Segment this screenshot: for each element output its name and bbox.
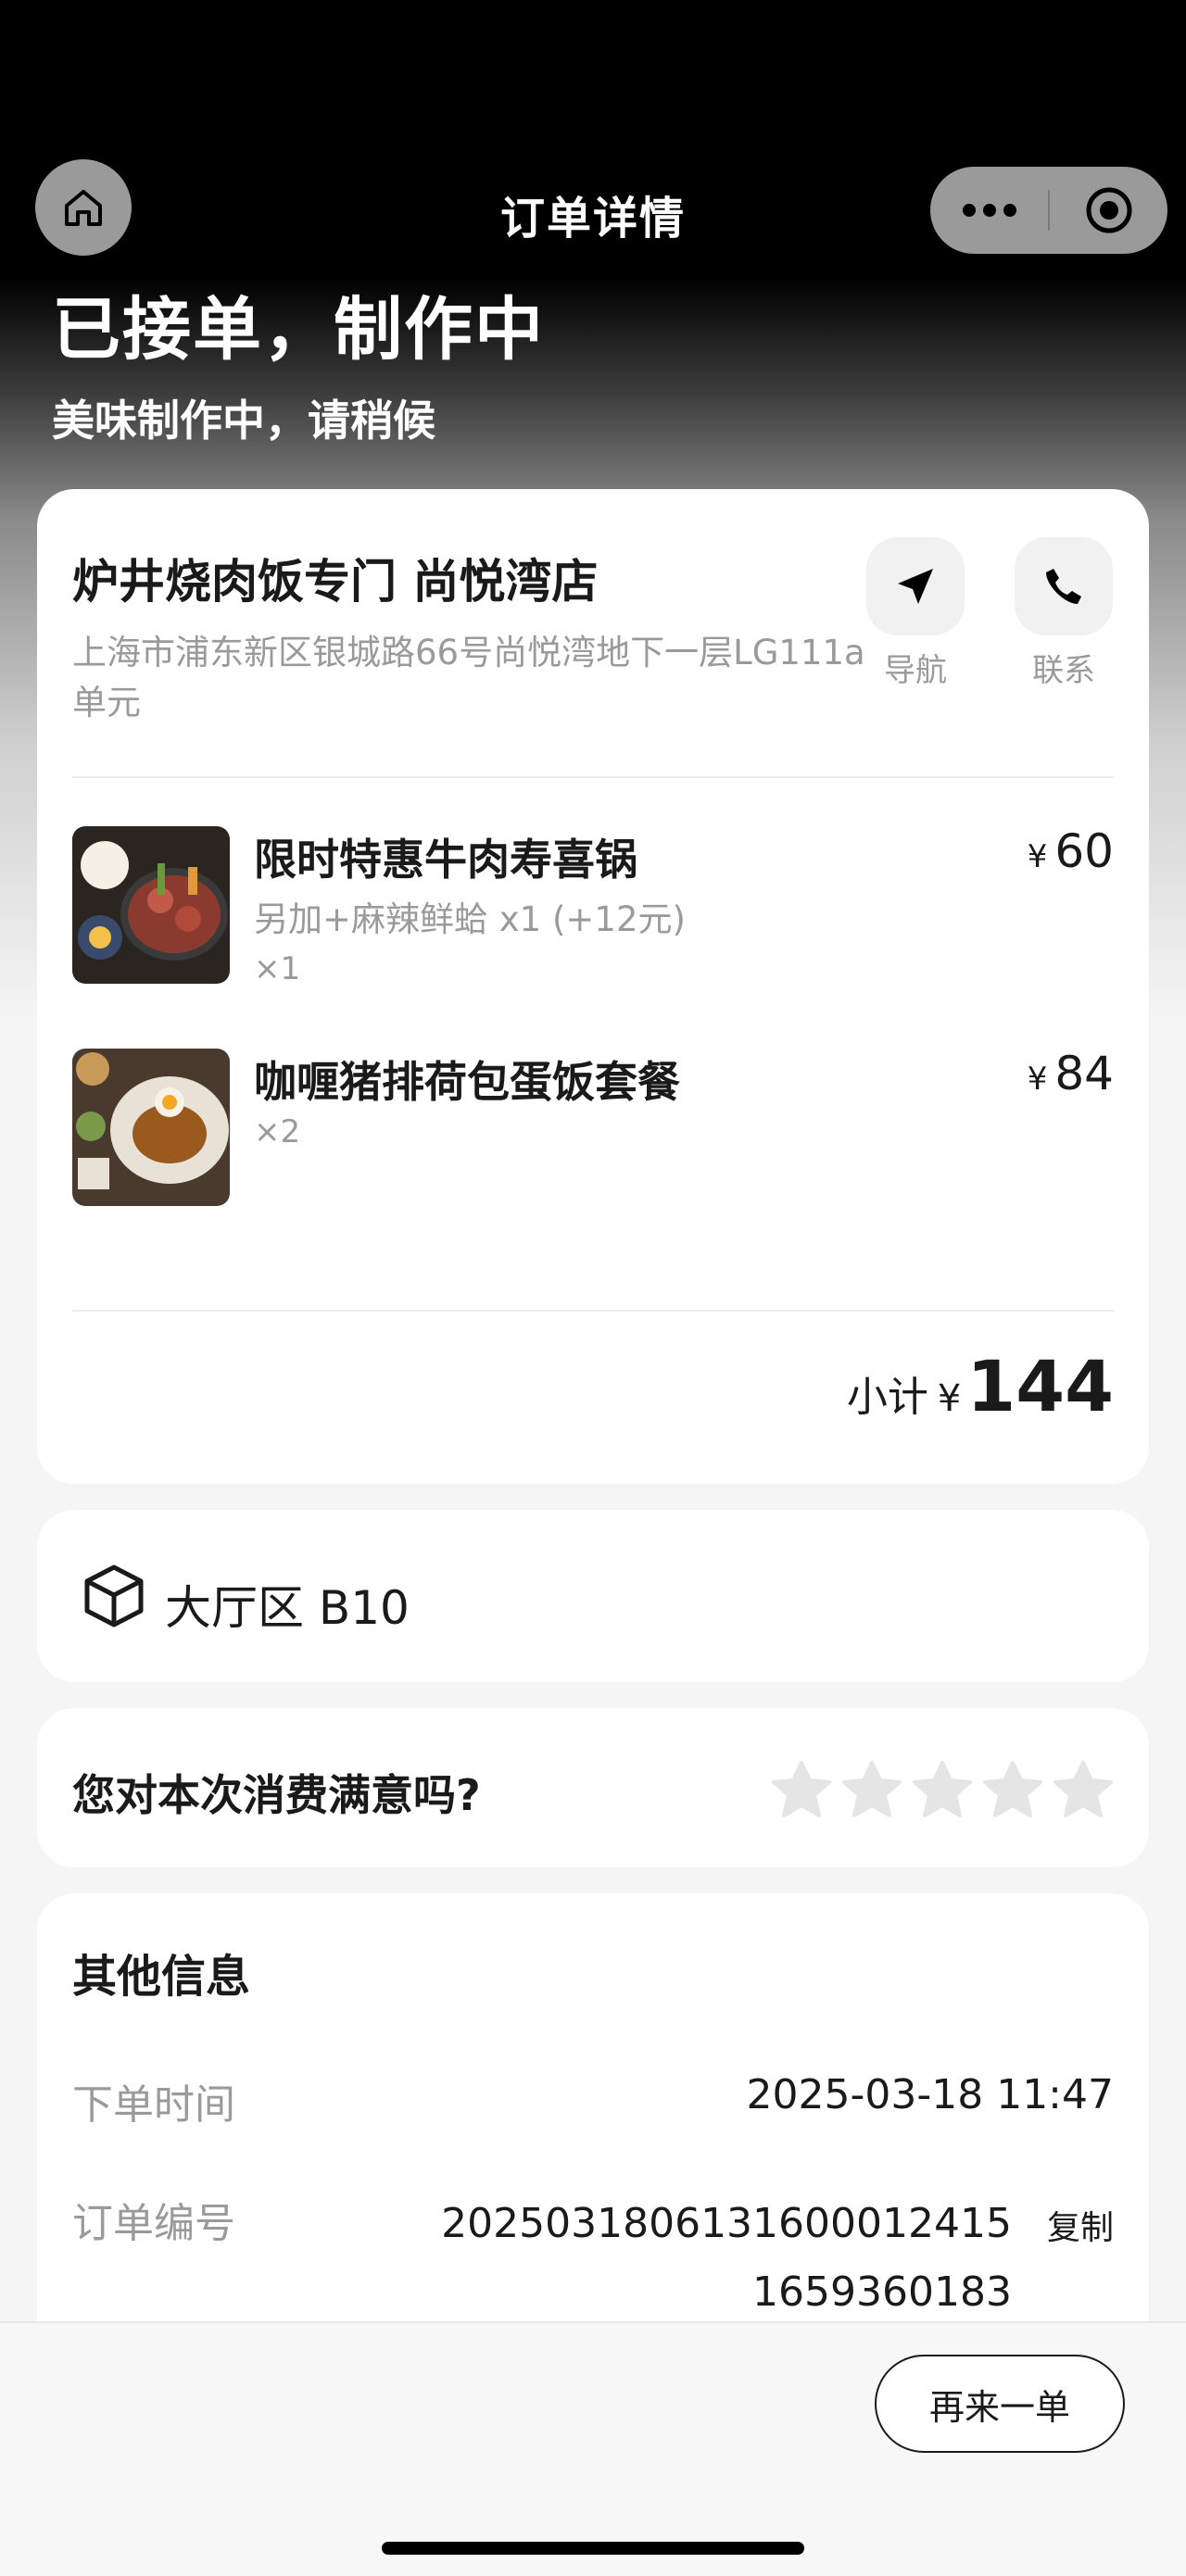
bottom-action-bar: 再来一单 [0,2321,1186,2576]
sukiyaki-photo [72,826,230,984]
shop-address: 上海市浦东新区银城路66号尚悦湾地下一层LG111a单元 [72,633,865,723]
more-dots-icon [962,204,1016,217]
box-icon [84,1564,144,1627]
order-status-title: 已接单，制作中 [52,290,545,370]
currency-symbol: ¥ [1027,838,1048,875]
close-mini-program-button[interactable] [1050,167,1167,254]
shop-name: 炉井烧肉饭专门 尚悦湾店 [72,555,599,609]
target-icon [1086,187,1131,233]
navigation-arrow-icon [898,569,933,604]
currency-symbol: ¥ [1027,1061,1048,1098]
rating-card: 您对本次消费满意吗? [37,1708,1149,1867]
mini-program-capsule [930,167,1167,254]
navigate-label: 导航 [884,652,947,689]
item-spec: 另加+麻辣鲜蛤 x1 (+12元) [254,899,686,939]
contact-icon-circle [1015,537,1113,635]
top-navbar: 订单详情 [0,0,1186,270]
subtotal-value: 144 [966,1345,1114,1427]
home-indicator [382,2542,804,2555]
table-number: 大厅区 B10 [165,1581,410,1635]
phone-icon [1046,569,1081,604]
other-info-title: 其他信息 [72,1951,251,2003]
star-rating [771,1760,1114,1819]
order-status-subtitle: 美味制作中，请稍候 [52,396,435,446]
table-card: 大厅区 B10 [37,1510,1149,1682]
contact-button[interactable]: 联系 [1014,537,1114,690]
star-icon[interactable] [771,1760,832,1819]
order-time-label: 下单时间 [72,2081,235,2129]
star-icon[interactable] [841,1760,902,1819]
star-icon[interactable] [1053,1760,1114,1819]
navigate-icon-circle [866,537,965,635]
star-icon[interactable] [982,1760,1043,1819]
more-menu-button[interactable] [930,167,1048,254]
star-icon[interactable] [912,1760,973,1819]
subtotal-label: 小计 [846,1374,928,1421]
order-number-value: 2025031806131600012415 1659360183 [441,2200,1012,2316]
order-time-value: 2025-03-18 11:47 [746,2071,1115,2118]
contact-label: 联系 [1032,652,1095,689]
card-divider [72,1310,1114,1312]
curry-rice-photo [72,1049,230,1206]
item-name: 咖喱猪排荷包蛋饭套餐 [254,1057,680,1107]
item-price: ¥60 [1028,824,1114,878]
reorder-button[interactable]: 再来一单 [875,2355,1125,2453]
order-item: 限时特惠牛肉寿喜锅 另加+麻辣鲜蛤 x1 (+12元) ×1 ¥60 [72,824,1114,987]
order-card: 炉井烧肉饭专门 尚悦湾店 上海市浦东新区银城路66号尚悦湾地下一层LG111a单… [37,489,1149,1484]
order-item: 咖喱猪排荷包蛋饭套餐 ×2 ¥84 [72,1047,1114,1206]
subtotal: 小计 ¥ 144 [847,1345,1114,1427]
item-quantity: ×2 [254,1113,301,1150]
item-quantity: ×1 [254,950,301,987]
item-price-value: 60 [1054,824,1114,878]
order-number-label: 订单编号 [72,2200,235,2247]
item-price: ¥84 [1028,1047,1114,1100]
copy-order-number-button[interactable]: 复制 [1047,2201,1114,2249]
item-price-value: 84 [1054,1047,1114,1100]
item-name: 限时特惠牛肉寿喜锅 [254,835,637,885]
rating-question: 您对本次消费满意吗? [72,1770,481,1820]
navigate-button[interactable]: 导航 [865,537,965,690]
card-divider [72,776,1114,778]
currency-symbol: ¥ [937,1377,962,1420]
